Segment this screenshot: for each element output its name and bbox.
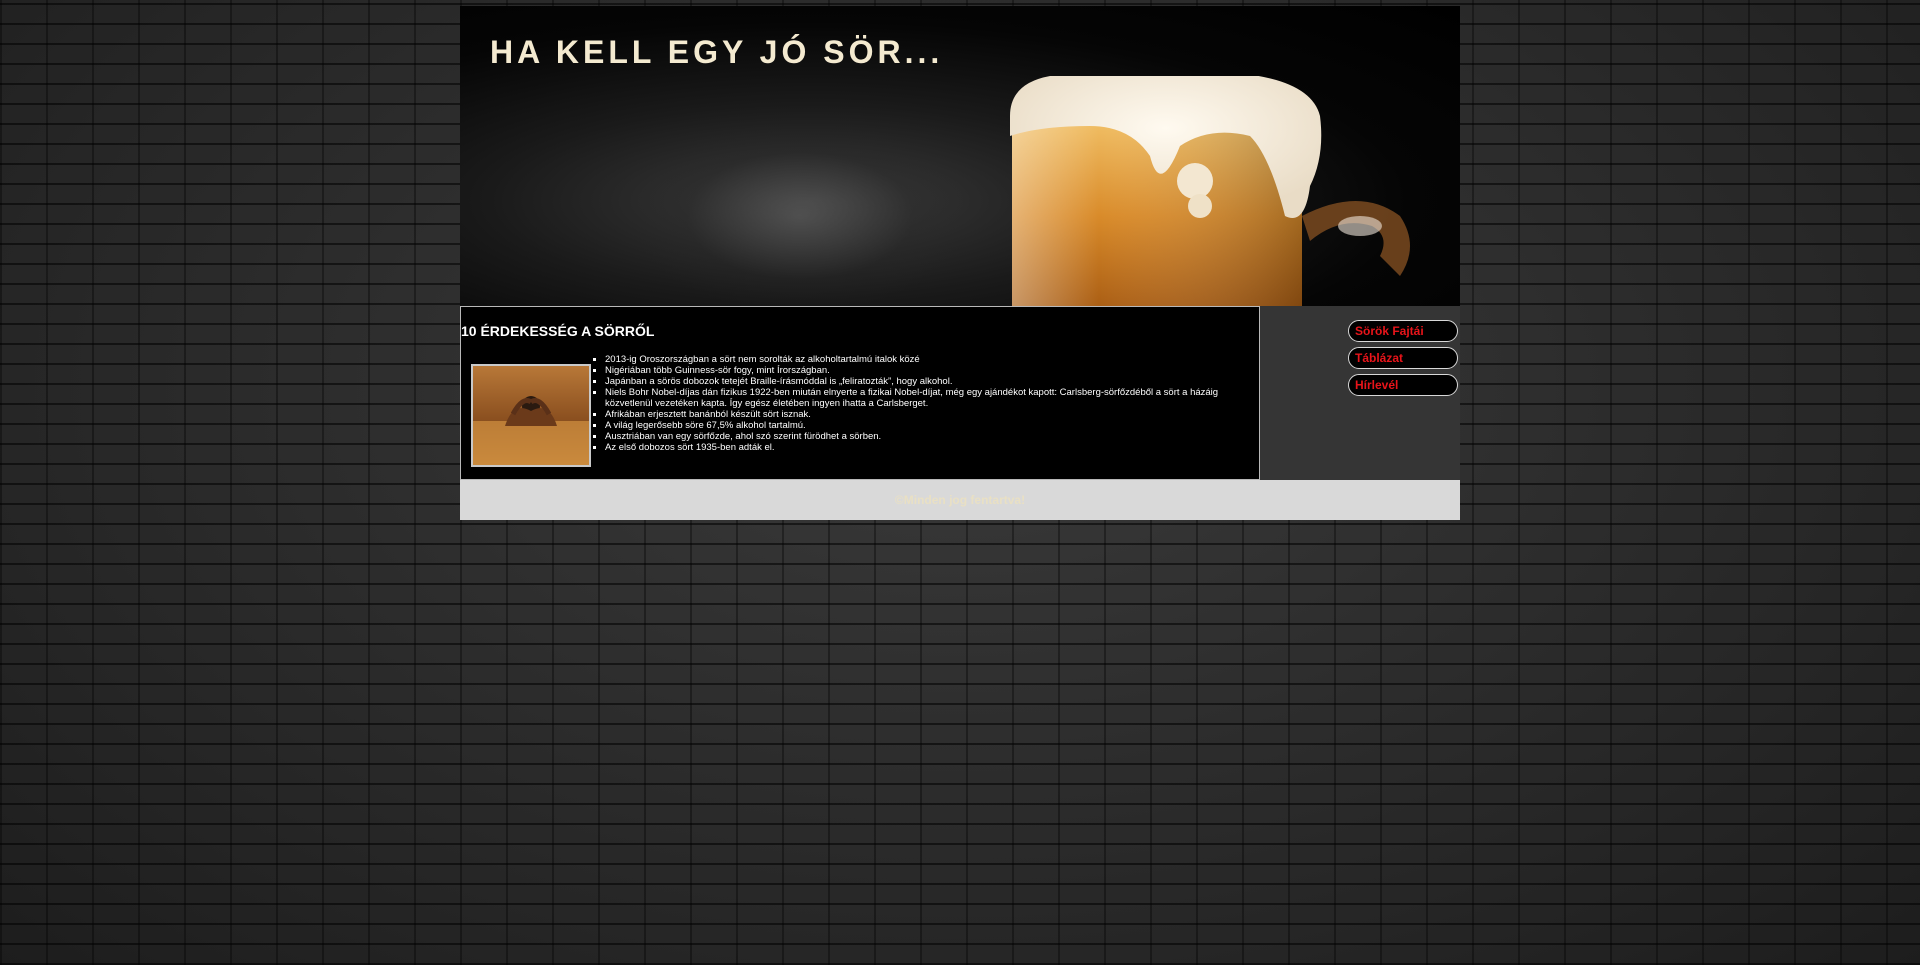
sidebar-nav: Sörök Fajtái Táblázat Hírlevél [1260, 306, 1460, 480]
header-banner: HA KELL EGY JÓ SÖR... [460, 6, 1460, 306]
fact-item: A világ legerősebb söre 67,5% alkohol ta… [605, 420, 1255, 431]
content-row: 10 ÉRDEKESSÉG A SÖRRŐL 2013-ig Oroszorsz… [460, 306, 1460, 480]
page-wrapper: HA KELL EGY JÓ SÖR... 10 ÉRDEKESSÉG A SÖ… [460, 6, 1460, 520]
footer: ©Minden jog fentartva! [460, 480, 1460, 520]
fact-item: Ausztriában van egy sörfőzde, ahol szó s… [605, 431, 1255, 442]
copyright-text: ©Minden jog fentartva! [894, 493, 1026, 507]
bathing-in-beer-photo [471, 364, 591, 467]
fact-item: 2013-ig Oroszországban a sört nem sorolt… [605, 354, 1255, 365]
fact-item: Az első dobozos sört 1935-ben adták el. [605, 442, 1255, 453]
main-content: 10 ÉRDEKESSÉG A SÖRRŐL 2013-ig Oroszorsz… [460, 306, 1260, 480]
fact-item: Niels Bohr Nobel-díjas dán fizikus 1922-… [605, 387, 1255, 409]
fact-item: Japánban a sörös dobozok tetejét Braille… [605, 376, 1255, 387]
nav-link-beer-types[interactable]: Sörök Fajtái [1348, 320, 1458, 342]
nav-link-newsletter[interactable]: Hírlevél [1348, 374, 1458, 396]
facts-list: 2013-ig Oroszországban a sört nem sorolt… [605, 354, 1255, 453]
beer-mug-image [1010, 76, 1410, 306]
fact-item: Nigériában több Guinness-sör fogy, mint … [605, 365, 1255, 376]
nav-link-table[interactable]: Táblázat [1348, 347, 1458, 369]
fact-item: Afrikában erjesztett banánból készült sö… [605, 409, 1255, 420]
background-mist [640, 126, 960, 306]
person-in-beer-icon [473, 396, 589, 465]
site-title: HA KELL EGY JÓ SÖR... [490, 34, 944, 70]
section-heading: 10 ÉRDEKESSÉG A SÖRRŐL [461, 323, 655, 339]
